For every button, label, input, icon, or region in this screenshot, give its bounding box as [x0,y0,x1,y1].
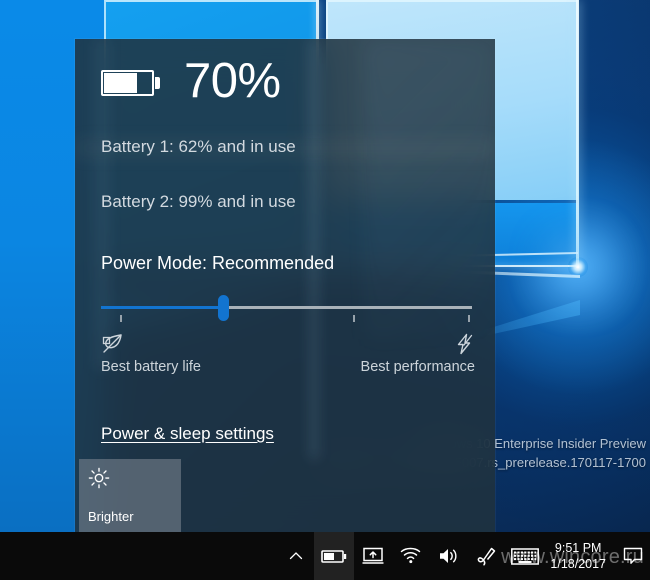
slider-endpoint-right: Best performance [361,333,475,376]
leaf-icon [101,333,201,355]
slider-tick [119,315,122,322]
battery-flyout-panel: 70% Battery 1: 62% and in use Battery 2:… [75,39,495,532]
battery-70-icon [101,66,161,98]
taskbar-battery-button[interactable] [314,532,355,580]
clock-date: 1/18/2017 [550,557,606,571]
battery-percent-label: 70% [184,54,281,108]
taskbar-pen-workspace-button[interactable] [468,532,506,580]
taskbar-action-center-button[interactable] [616,532,650,580]
taskbar: 9:51 PM 1/18/2017 www.wincore.ru [0,532,650,580]
battery-1-status: Battery 1: 62% and in use [101,137,296,156]
brightness-icon [88,467,172,489]
slider-thumb[interactable] [218,295,230,321]
slider-track-fill [101,306,224,309]
taskbar-project-button[interactable] [354,532,392,580]
taskbar-volume-button[interactable] [430,532,468,580]
slider-endpoint-left: Best battery life [101,333,201,376]
slider-track[interactable] [101,306,472,309]
chevron-up-icon [288,548,304,564]
wallpaper-edge-right [576,0,579,268]
lightning-bolt-icon [453,333,475,355]
battery-summary-header: 70% [92,39,478,106]
show-hidden-icons-button[interactable] [278,532,314,580]
pen-workspace-icon [476,547,498,566]
battery-icon [321,548,347,564]
power-mode-title: Power Mode: Recommended [101,253,335,273]
power-mode-slider[interactable] [92,293,478,327]
quick-action-label: Brighter [88,509,134,524]
desktop-screen: Windows 10 Enterprise Insider Preview Ev… [0,0,650,580]
battery-2-status: Battery 2: 99% and in use [101,192,296,211]
best-performance-label: Best performance [360,359,475,375]
taskbar-clock[interactable]: 9:51 PM 1/18/2017 [544,532,616,580]
power-sleep-settings-link[interactable]: Power & sleep settings [101,423,274,445]
taskbar-network-button[interactable] [392,532,430,580]
wifi-icon [400,547,422,565]
action-center-icon [623,547,643,565]
touch-keyboard-icon [511,547,540,565]
slider-tick [353,315,356,322]
taskbar-touch-keyboard-button[interactable] [506,532,544,580]
speaker-icon [438,547,460,565]
slider-endpoint-labels: Best battery life Best performance [92,333,478,376]
clock-time: 9:51 PM [554,541,602,555]
best-battery-life-label: Best battery life [101,359,201,375]
wallpaper-light-burst [568,257,588,277]
slider-tick [468,315,471,322]
project-display-icon [362,547,384,565]
quick-action-brighter[interactable]: Brighter [79,459,181,532]
